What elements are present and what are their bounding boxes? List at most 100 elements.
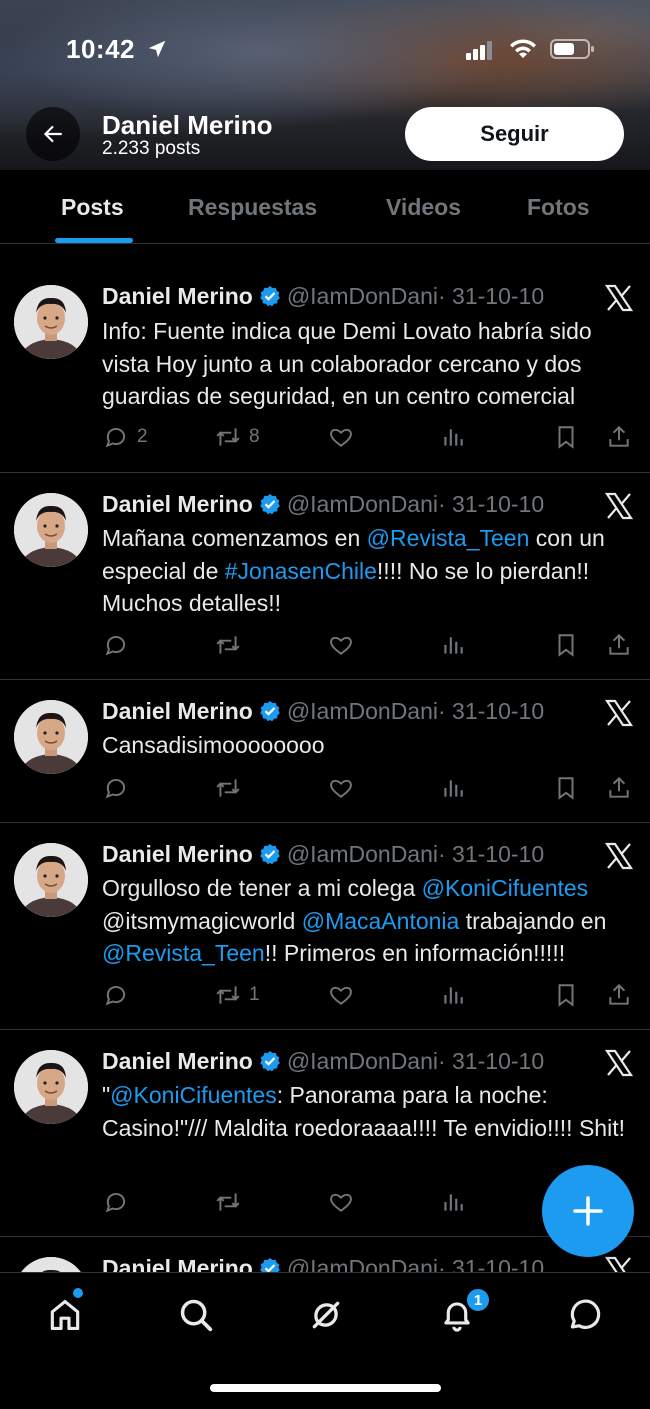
post-item[interactable]: Daniel Merino @IamDonDani· 31-10-10 Info:… <box>0 245 650 473</box>
share-button[interactable] <box>606 630 632 660</box>
mention-link[interactable]: @KoniCifuentes <box>422 875 589 901</box>
reply-icon <box>105 428 126 448</box>
post-date[interactable]: · 31-10-10 <box>438 1255 544 1272</box>
x-logo-icon[interactable] <box>604 1048 634 1078</box>
post-handle[interactable]: @IamDonDani <box>287 841 438 867</box>
x-logo-icon[interactable] <box>604 841 634 871</box>
heart-icon <box>330 779 352 798</box>
bookmark-button[interactable] <box>553 630 579 660</box>
post-item[interactable]: Daniel Merino @IamDonDani· 31-10-10 Cansa… <box>0 680 650 823</box>
avatar[interactable] <box>14 843 88 917</box>
like-button[interactable] <box>328 773 354 803</box>
share-icon <box>609 983 629 1005</box>
repost-button[interactable]: 1 <box>215 980 260 1010</box>
heart-icon <box>330 428 352 447</box>
repost-button[interactable] <box>215 630 249 660</box>
mention-link[interactable]: @KoniCifuentes <box>110 1082 277 1108</box>
post-date[interactable]: · 31-10-10 <box>438 283 544 309</box>
back-button[interactable] <box>26 107 80 161</box>
post-handle[interactable]: @IamDonDani <box>287 491 438 517</box>
post-date[interactable]: · 31-10-10 <box>438 841 544 867</box>
avatar-photo <box>14 843 88 917</box>
reply-button[interactable] <box>103 1187 137 1217</box>
post-author-name[interactable]: Daniel Merino <box>102 841 253 867</box>
mention-link[interactable]: @Revista_Teen <box>102 940 265 966</box>
mention-link[interactable]: @Revista_Teen <box>367 525 530 551</box>
avatar[interactable] <box>14 493 88 567</box>
views-button[interactable] <box>440 422 466 452</box>
tab-fotos[interactable]: Fotos <box>527 194 590 221</box>
post-handle[interactable]: @IamDonDani <box>287 1255 438 1272</box>
post-author-name[interactable]: Daniel Merino <box>102 1048 253 1074</box>
posts-feed[interactable]: Daniel Merino @IamDonDani· 31-10-10 Info:… <box>0 245 650 1272</box>
like-button[interactable] <box>328 630 354 660</box>
follow-button[interactable]: Seguir <box>405 107 624 161</box>
x-logo-icon[interactable] <box>604 491 634 521</box>
post-handle[interactable]: @IamDonDani <box>287 1048 438 1074</box>
bookmark-button[interactable] <box>553 422 579 452</box>
tab-posts[interactable]: Posts <box>61 194 124 221</box>
post-actions: 2 8 <box>0 422 650 452</box>
reply-count: 2 <box>137 426 148 447</box>
post-author-name[interactable]: Daniel Merino <box>102 698 253 724</box>
verified-badge-icon <box>260 1051 280 1072</box>
hashtag-link[interactable]: #JonasenChile <box>225 558 377 584</box>
share-button[interactable] <box>606 980 632 1010</box>
tab-videos[interactable]: Videos <box>386 194 461 221</box>
post-item[interactable]: Daniel Merino @IamDonDani· 31-10-10 <box>0 1237 650 1272</box>
post-handle[interactable]: @IamDonDani <box>287 698 438 724</box>
post-author-name[interactable]: Daniel Merino <box>102 491 253 517</box>
nav-home[interactable] <box>43 1293 87 1337</box>
nav-messages[interactable] <box>563 1293 607 1337</box>
verified-badge-icon <box>260 494 280 515</box>
reply-button[interactable]: 2 <box>103 422 148 452</box>
post-actions: 1 <box>0 980 650 1010</box>
x-logo-icon[interactable] <box>604 283 634 313</box>
post-text-segment: " <box>102 1082 111 1108</box>
like-button[interactable] <box>328 1187 354 1217</box>
like-button[interactable] <box>328 422 354 452</box>
wifi-icon <box>510 39 536 58</box>
nav-grok[interactable] <box>304 1293 348 1337</box>
avatar[interactable] <box>14 1050 88 1124</box>
views-button[interactable] <box>440 630 466 660</box>
share-button[interactable] <box>606 773 632 803</box>
tab-respuestas[interactable]: Respuestas <box>188 194 317 221</box>
reply-button[interactable] <box>103 773 137 803</box>
views-button[interactable] <box>440 773 466 803</box>
share-button[interactable] <box>606 422 632 452</box>
repost-icon <box>216 779 240 797</box>
post-date[interactable]: · 31-10-10 <box>438 491 544 517</box>
post-date[interactable]: · 31-10-10 <box>438 1048 544 1074</box>
reply-icon <box>105 636 126 656</box>
avatar-photo <box>14 285 88 359</box>
repost-button[interactable] <box>215 1187 249 1217</box>
views-button[interactable] <box>440 980 466 1010</box>
post-handle[interactable]: @IamDonDani <box>287 283 438 309</box>
compose-post-button[interactable] <box>542 1165 634 1257</box>
views-button[interactable] <box>440 1187 466 1217</box>
post-date[interactable]: · 31-10-10 <box>438 698 544 724</box>
avatar[interactable] <box>14 700 88 774</box>
post-author-name[interactable]: Daniel Merino <box>102 283 253 309</box>
reply-icon <box>105 1193 126 1213</box>
verified-badge-icon <box>260 286 280 307</box>
avatar[interactable] <box>14 1257 88 1272</box>
mention-link[interactable]: @MacaAntonia <box>302 908 460 934</box>
reply-button[interactable] <box>103 630 137 660</box>
repost-button[interactable]: 8 <box>215 422 260 452</box>
like-button[interactable] <box>328 980 354 1010</box>
post-header: Daniel Merino @IamDonDani· 31-10-10 <box>102 491 544 518</box>
x-logo-icon[interactable] <box>604 698 634 728</box>
profile-header-banner: 10:42 Daniel Merino 2.233 posts Seguir <box>0 0 650 170</box>
bookmark-button[interactable] <box>553 980 579 1010</box>
nav-search[interactable] <box>174 1293 218 1337</box>
avatar[interactable] <box>14 285 88 359</box>
post-author-name[interactable]: Daniel Merino <box>102 1255 253 1272</box>
repost-button[interactable] <box>215 773 249 803</box>
post-item[interactable]: Daniel Merino @IamDonDani· 31-10-10 Orgul… <box>0 823 650 1030</box>
bookmark-button[interactable] <box>553 773 579 803</box>
reply-button[interactable] <box>103 980 137 1010</box>
post-item[interactable]: Daniel Merino @IamDonDani· 31-10-10 Mañan… <box>0 473 650 680</box>
x-logo-icon[interactable] <box>604 1255 634 1272</box>
